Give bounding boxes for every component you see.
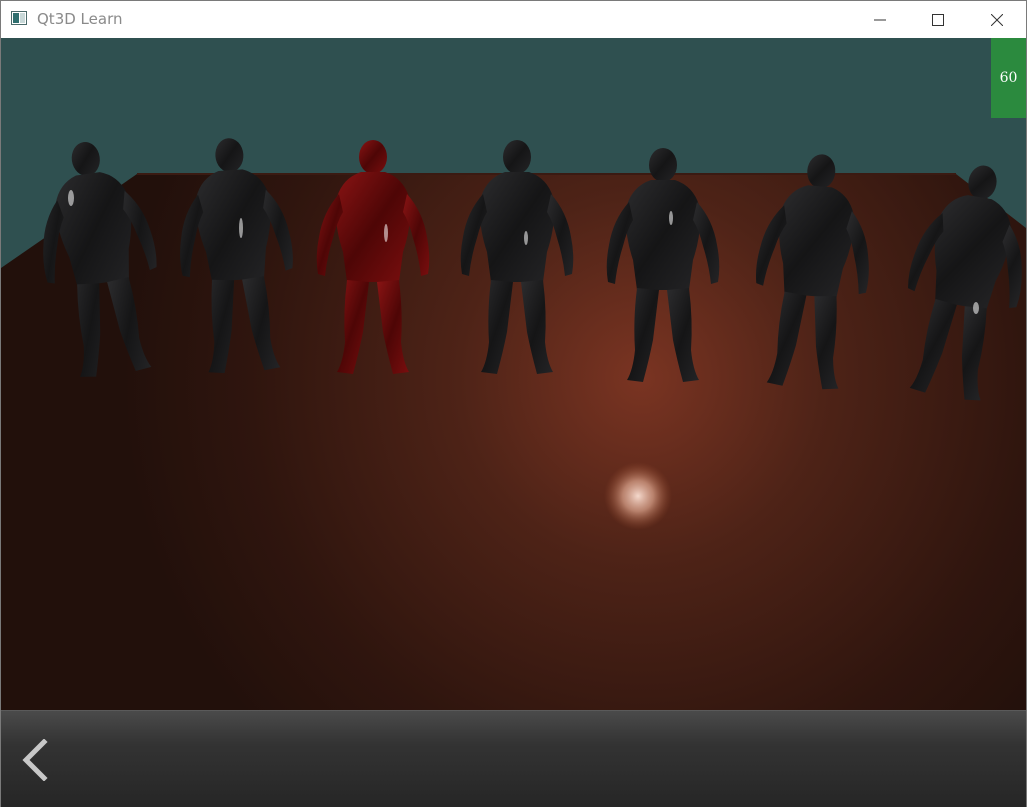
back-button[interactable]	[15, 737, 55, 783]
minimize-button[interactable]	[851, 1, 909, 38]
3d-scene	[1, 38, 1026, 710]
qt-window-icon	[11, 11, 27, 25]
maximize-icon	[932, 13, 944, 26]
minimize-icon	[874, 19, 886, 20]
light-source	[604, 462, 672, 530]
maximize-button[interactable]	[909, 1, 967, 38]
window-title: Qt3D Learn	[37, 10, 123, 28]
bottom-toolbar	[1, 710, 1026, 807]
fps-value: 60	[999, 70, 1018, 86]
title-bar[interactable]: Qt3D Learn	[1, 1, 1026, 38]
close-icon	[991, 13, 1003, 26]
3d-viewport[interactable]	[1, 38, 1026, 710]
fps-counter: 60	[991, 38, 1026, 118]
app-window: Qt3D Learn 60	[0, 0, 1027, 807]
close-button[interactable]	[968, 1, 1026, 38]
chevron-left-icon	[22, 739, 48, 781]
